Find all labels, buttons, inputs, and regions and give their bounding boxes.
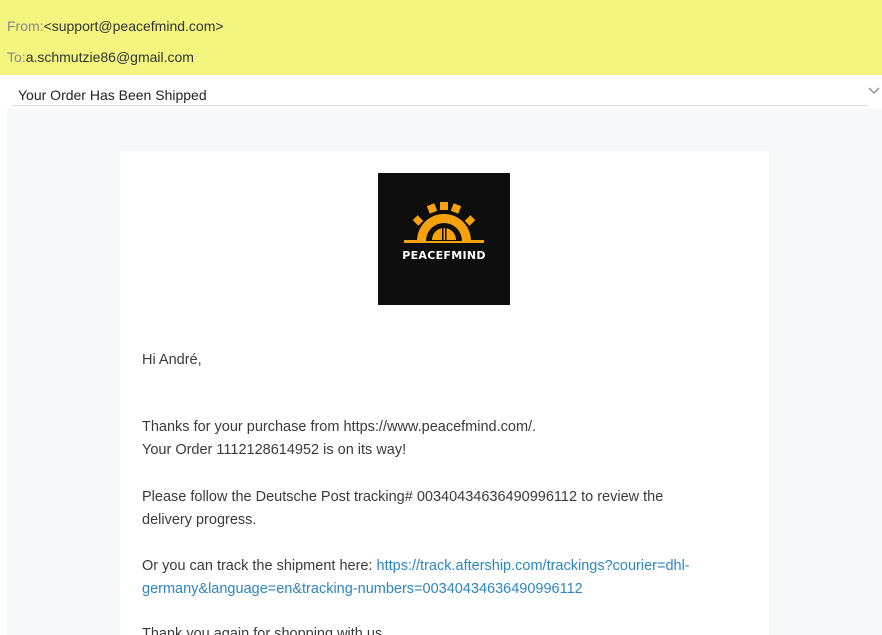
gear-helmet-icon bbox=[404, 202, 484, 243]
track-prefix: Or you can track the shipment here: bbox=[142, 558, 377, 574]
thanks-line: Thanks for your purchase from https://ww… bbox=[142, 419, 537, 435]
from-row: From:<support@peacefmind.com> bbox=[7, 18, 224, 34]
email-subject: Your Order Has Been Shipped bbox=[18, 87, 207, 103]
from-label: From: bbox=[7, 18, 44, 34]
tracking-link-part-2[interactable]: germany&language=en&tracking-numbers=003… bbox=[142, 578, 583, 601]
greeting: Hi André, bbox=[142, 352, 202, 368]
order-line: Your Order 1112128614952 is on its way! bbox=[142, 442, 407, 458]
to-row: To:a.schmutzie86@gmail.com bbox=[7, 49, 194, 65]
peacefmind-logo: PEACEFMIND bbox=[378, 173, 510, 305]
email-content-card: PEACEFMIND Hi André, Thanks for your pur… bbox=[120, 151, 769, 635]
from-address[interactable]: <support@peacefmind.com> bbox=[44, 18, 224, 34]
to-label: To: bbox=[7, 49, 26, 65]
subject-divider bbox=[12, 105, 869, 106]
tracking-line-1: Please follow the Deutsche Post tracking… bbox=[142, 489, 664, 505]
logo-text: PEACEFMIND bbox=[402, 249, 486, 262]
to-address[interactable]: a.schmutzie86@gmail.com bbox=[26, 49, 194, 65]
closing-line: Thank you again for shopping with us. bbox=[142, 626, 387, 635]
track-line: Or you can track the shipment here: http… bbox=[142, 555, 690, 578]
subject-bar: Your Order Has Been Shipped bbox=[0, 75, 882, 109]
tracking-link-part-1[interactable]: https://track.aftership.com/trackings?co… bbox=[377, 558, 690, 574]
chevron-down-icon[interactable] bbox=[868, 85, 880, 95]
email-header: From:<support@peacefmind.com> To:a.schmu… bbox=[0, 0, 882, 75]
tracking-line-2: delivery progress. bbox=[142, 512, 257, 528]
